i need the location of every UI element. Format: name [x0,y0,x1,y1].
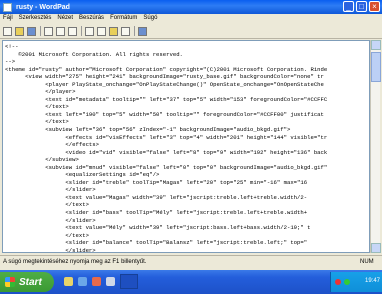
open-icon[interactable] [15,26,24,36]
document-line: <effects id="visEffects" left="3" top="4… [65,133,328,141]
menu-format[interactable]: Formátum [107,14,140,24]
menu-file[interactable]: Fájl [0,14,16,24]
document-line: <slider id="balance" toolTip="Balansz" l… [65,239,308,247]
document-line: <view width="275" height="241" backgroun… [25,73,324,81]
minimize-button[interactable]: _ [343,1,354,12]
undo-icon[interactable] [121,26,130,36]
maximize-button[interactable]: □ [356,1,367,12]
print-preview-icon[interactable] [56,26,65,36]
tray-network-icon[interactable] [344,279,350,285]
document-text: <!-- ©2001 Microsoft Corporation. All ri… [5,43,369,253]
system-tray: 19:47 [330,272,382,292]
document-line: <text id="metadata" tooltip="" left="37"… [45,95,328,103]
start-button[interactable]: Start [0,272,54,292]
document-line: </effects> [65,141,99,149]
taskbar: Start 19:47 [0,270,382,294]
document-line: <player PlayState_onchange="OnPlayStateC… [45,80,324,88]
quicklaunch-desktop-icon[interactable] [64,277,73,286]
status-bar: A súgó megtekintéséhez nyomja meg az F1 … [0,255,382,269]
save-icon[interactable] [27,26,36,36]
start-label: Start [19,276,42,288]
scroll-up-arrow[interactable] [371,40,381,50]
document-line: <subview id="mnud" visible="false" left=… [45,163,328,171]
document-line: </slider> [65,216,96,224]
document-line: <theme id="rusty" author="Microsoft Corp… [5,65,328,73]
title-bar[interactable]: rusty - WordPad _ □ × [0,0,382,14]
document-line: </player> [45,88,76,96]
window-title: rusty - WordPad [16,3,70,11]
copy-icon[interactable] [97,26,106,36]
scroll-down-arrow[interactable] [371,243,381,253]
insert-datetime-icon[interactable] [138,26,147,36]
scroll-thumb[interactable] [371,52,381,82]
document-line: --> [5,58,16,66]
new-icon[interactable] [3,26,12,36]
document-line: <text value="Magas" width="39" left="jsc… [65,193,308,201]
menu-insert[interactable]: Beszúrás [76,14,107,24]
document-line: <text left="190" top="5" width="50" tool… [45,110,324,118]
document-line: </text> [65,231,89,239]
toolbar-separator [81,26,82,36]
document-line: </text> [45,103,69,111]
document-line: <slider id="bass" toolTip="Mély" left="j… [65,209,308,217]
document-line: </text> [45,118,69,126]
status-num-indicator: NUM [360,259,374,265]
windows-logo-icon [5,277,15,287]
menu-bar: Fájl Szerkesztés Nézet Beszúrás Formátum… [0,14,382,24]
print-icon[interactable] [44,26,53,36]
quicklaunch-media-icon[interactable] [92,277,101,286]
document-line: </slider> [65,246,96,253]
document-line: <text value="Mély" width="39" left="jscr… [65,224,311,232]
document-area[interactable]: <!-- ©2001 Microsoft Corporation. All ri… [2,40,370,253]
document-line: ©2001 Microsoft Corporation. All rights … [18,50,183,58]
menu-help[interactable]: Súgó [140,14,160,24]
taskbar-wordpad-item[interactable] [120,274,138,289]
paste-icon[interactable] [109,26,118,36]
document-line: <subview left="36" top="56" zIndex="-1" … [45,126,291,134]
document-line: </text> [65,201,89,209]
cut-icon[interactable] [85,26,94,36]
menu-view[interactable]: Nézet [54,14,76,24]
menu-edit[interactable]: Szerkesztés [16,14,55,24]
toolbar-separator [40,26,41,36]
tray-clock: 19:47 [364,278,380,284]
status-help-text: A súgó megtekintéséhez nyomja meg az F1 … [3,259,147,265]
document-line: </slider> [65,186,96,194]
document-line: <video id="vid" visible="false" left="8"… [65,148,328,156]
quicklaunch-ie-icon[interactable] [78,277,87,286]
close-button[interactable]: × [369,1,380,12]
document-line: </subview> [45,156,79,164]
find-icon[interactable] [68,26,77,36]
quicklaunch-explorer-icon[interactable] [106,277,115,286]
wordpad-icon [3,2,12,12]
document-line: <!-- [5,43,19,50]
vertical-scrollbar[interactable] [370,40,381,253]
tray-alert-icon[interactable] [335,279,341,285]
document-line: <slider id="treble" toolTip="Magas" left… [65,178,308,186]
toolbar [0,24,382,39]
toolbar-separator [134,26,135,36]
document-line: <equalizerSettings id="eq"/> [65,171,160,179]
wordpad-window: rusty - WordPad _ □ × Fájl Szerkesztés N… [0,0,382,270]
